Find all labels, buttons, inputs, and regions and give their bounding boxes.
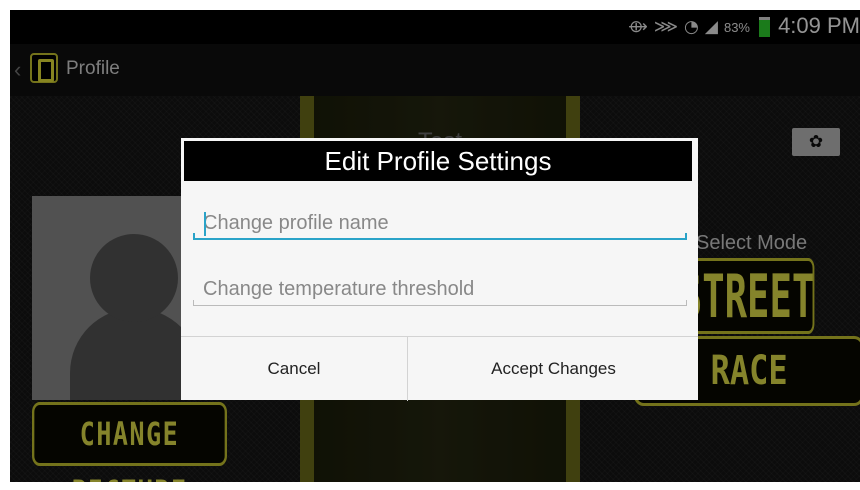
text-cursor — [204, 212, 206, 236]
cancel-button[interactable]: Cancel — [181, 337, 408, 401]
dialog-title: Edit Profile Settings — [184, 141, 692, 181]
profile-name-field[interactable] — [193, 206, 687, 240]
profile-name-input[interactable] — [193, 206, 687, 240]
edit-profile-dialog: Edit Profile Settings Cancel Accept Chan… — [181, 138, 698, 401]
accept-changes-button[interactable]: Accept Changes — [409, 337, 698, 401]
field-underline — [193, 300, 687, 306]
temperature-threshold-input[interactable] — [193, 272, 687, 306]
temperature-threshold-field[interactable] — [193, 272, 687, 306]
field-underline-focused — [193, 233, 687, 240]
phone-screen: ⟴ ⋙ ◔ ◢ 83% 4:09 PM ‹ Profile Test CHANG… — [10, 10, 860, 482]
dialog-button-row: Cancel Accept Changes — [181, 336, 698, 401]
